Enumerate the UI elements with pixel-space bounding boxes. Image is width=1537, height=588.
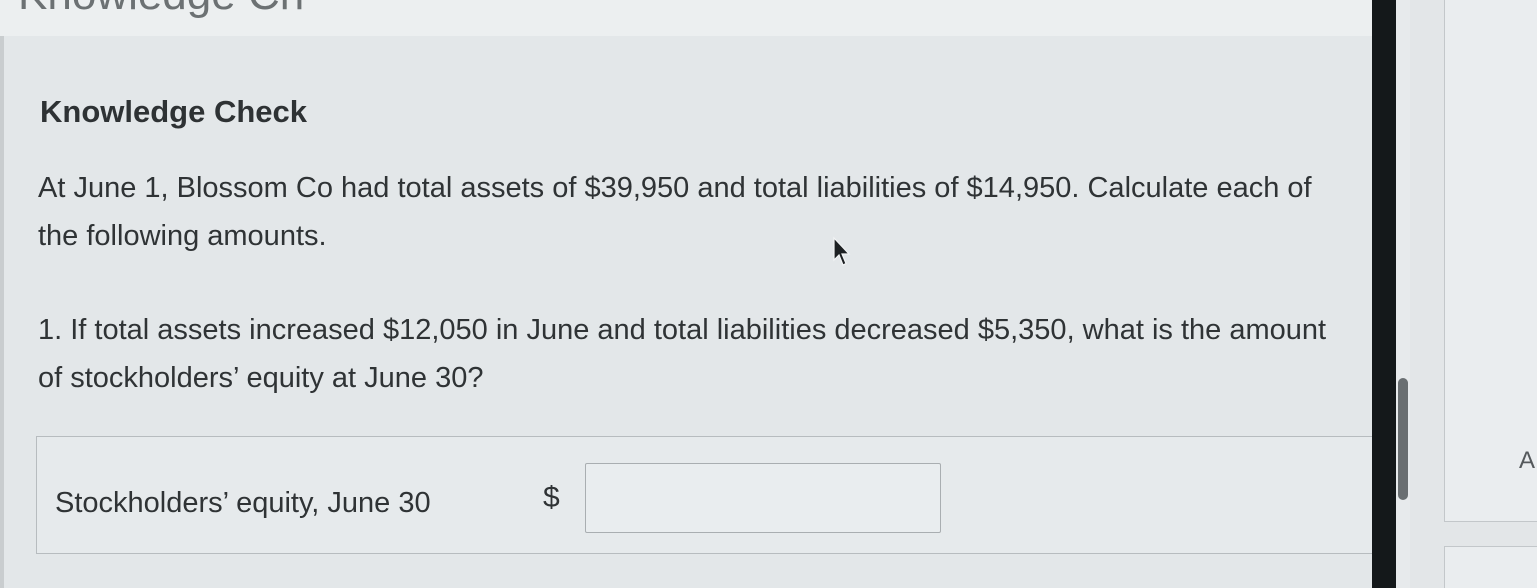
- currency-symbol: $: [543, 481, 560, 514]
- mouse-pointer-icon: [833, 236, 851, 266]
- header-partial-title: Knowledge Ch: [18, 0, 304, 20]
- side-card-bottom: [1444, 546, 1537, 588]
- stockholders-equity-input[interactable]: [585, 463, 941, 533]
- scrollbar-thumb[interactable]: [1398, 378, 1408, 500]
- card-title: Knowledge Check: [40, 94, 307, 129]
- side-card-top: [1444, 0, 1537, 522]
- header-strip: Knowledge Ch: [0, 0, 1375, 37]
- intro-text: At June 1, Blossom Co had total assets o…: [38, 172, 1312, 252]
- side-partial-text: A: [1519, 447, 1536, 474]
- screen: Knowledge Ch Knowledge Check At June 1, …: [0, 0, 1537, 588]
- answer-box: Stockholders’ equity, June 30 $: [36, 436, 1378, 554]
- question-card: Knowledge Check At June 1, Blossom Co ha…: [4, 36, 1378, 588]
- question-text: 1. If total assets increased $12,050 in …: [38, 314, 1327, 394]
- answer-label: Stockholders’ equity, June 30: [55, 487, 431, 519]
- monitor-bezel: [1372, 0, 1396, 588]
